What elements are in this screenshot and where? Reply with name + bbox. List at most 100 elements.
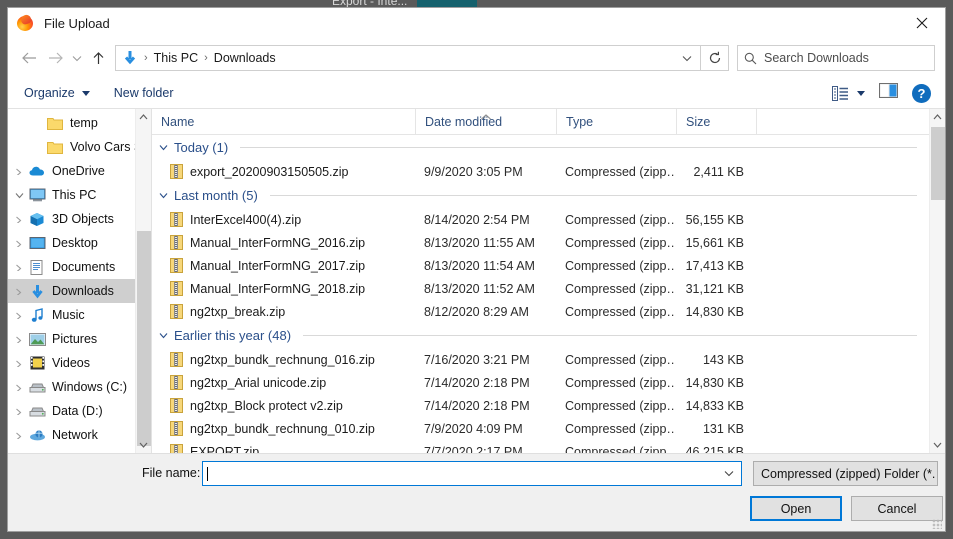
file-date-cell: 8/14/2020 2:54 PM bbox=[424, 212, 530, 227]
sidebar-item-onedrive[interactable]: OneDrive bbox=[8, 159, 151, 183]
zip-file-icon bbox=[170, 258, 183, 273]
arrow-right-icon bbox=[48, 52, 63, 64]
column-header-type[interactable]: Type bbox=[556, 109, 676, 135]
column-header-size[interactable]: Size bbox=[676, 109, 756, 135]
file-type-cell: Compressed (zipp… bbox=[565, 352, 676, 367]
close-button[interactable] bbox=[899, 8, 945, 38]
file-group-header[interactable]: Last month (5) bbox=[152, 183, 929, 208]
chevron-right-icon[interactable] bbox=[10, 312, 28, 319]
file-name-text: ng2txp_Block protect v2.zip bbox=[190, 398, 343, 413]
forward-button[interactable] bbox=[42, 45, 68, 71]
navigation-tree: temp Volvo Cars Sverig OneDrive This PC 3D O… bbox=[8, 109, 151, 453]
refresh-button[interactable] bbox=[701, 45, 729, 71]
up-one-level-button[interactable] bbox=[85, 45, 111, 71]
address-bar[interactable]: › This PC › Downloads bbox=[115, 45, 701, 71]
sidebar-item-label: Documents bbox=[52, 260, 116, 274]
file-list-scrollbar[interactable] bbox=[929, 109, 945, 453]
chevron-right-icon bbox=[15, 216, 21, 223]
sidebar-item-label: 3D Objects bbox=[52, 212, 114, 226]
help-button[interactable]: ? bbox=[912, 83, 931, 103]
tree-scroll-thumb[interactable] bbox=[137, 231, 151, 446]
open-button[interactable]: Open bbox=[750, 496, 842, 521]
videos-icon bbox=[28, 355, 46, 371]
chevron-right-icon[interactable] bbox=[10, 384, 28, 391]
file-date-cell: 7/7/2020 2:17 PM bbox=[424, 444, 523, 454]
sidebar-item-documents[interactable]: Documents bbox=[8, 255, 151, 279]
chevron-right-icon[interactable] bbox=[10, 168, 28, 175]
list-scroll-up-button[interactable] bbox=[930, 109, 945, 125]
file-group-header[interactable]: Today (1) bbox=[152, 135, 929, 160]
table-row[interactable]: EXPORT.zip 7/7/2020 2:17 PM Compressed (zi… bbox=[152, 440, 929, 453]
sidebar-item-desktop[interactable]: Desktop bbox=[8, 231, 151, 255]
zip-file-icon bbox=[170, 235, 183, 250]
preview-pane-button[interactable] bbox=[879, 83, 898, 103]
tree-scroll-down-button[interactable] bbox=[136, 437, 151, 453]
chevron-down-icon[interactable] bbox=[159, 192, 168, 199]
sidebar-item-downloads[interactable]: Downloads bbox=[8, 279, 151, 303]
zip-file-icon bbox=[170, 164, 183, 179]
tree-scroll-up-button[interactable] bbox=[136, 109, 151, 125]
column-header-date-modified[interactable]: Date modified bbox=[415, 109, 556, 135]
sidebar-item-network[interactable]: Network bbox=[8, 423, 151, 447]
cancel-button[interactable]: Cancel bbox=[851, 496, 943, 521]
recent-locations-button[interactable] bbox=[68, 45, 85, 71]
organize-button[interactable]: Organize bbox=[24, 86, 90, 100]
table-row[interactable]: InterExcel400(4).zip 8/14/2020 2:54 PM Com… bbox=[152, 208, 929, 231]
table-row[interactable]: ng2txp_bundk_rechnung_016.zip 7/16/2020 3… bbox=[152, 348, 929, 371]
chevron-right-icon[interactable] bbox=[10, 336, 28, 343]
chevron-right-icon[interactable] bbox=[10, 432, 28, 439]
chevron-down-icon[interactable] bbox=[159, 144, 168, 151]
list-scroll-down-button[interactable] bbox=[930, 437, 945, 453]
address-dropdown-button[interactable] bbox=[676, 46, 698, 70]
sidebar-item-music[interactable]: Music bbox=[8, 303, 151, 327]
tree-scrollbar[interactable] bbox=[135, 109, 151, 453]
file-date-cell: 7/14/2020 2:18 PM bbox=[424, 375, 530, 390]
sidebar-item-data-d[interactable]: Data (D:) bbox=[8, 399, 151, 423]
table-row[interactable]: ng2txp_Block protect v2.zip 7/14/2020 2:1… bbox=[152, 394, 929, 417]
chevron-down-icon[interactable] bbox=[10, 192, 28, 199]
back-button[interactable] bbox=[16, 45, 42, 71]
file-group-header[interactable]: Earlier this year (48) bbox=[152, 323, 929, 348]
new-folder-button[interactable]: New folder bbox=[114, 86, 174, 100]
chevron-right-icon[interactable] bbox=[10, 360, 28, 367]
sidebar-item-windows-c[interactable]: Windows (C:) bbox=[8, 375, 151, 399]
view-options-button[interactable] bbox=[832, 85, 865, 101]
breadcrumb-downloads[interactable]: Downloads bbox=[214, 51, 276, 65]
list-scroll-thumb[interactable] bbox=[931, 127, 945, 200]
column-header-name-label: Name bbox=[161, 114, 195, 129]
table-row[interactable]: ng2txp_Arial unicode.zip 7/14/2020 2:18 P… bbox=[152, 371, 929, 394]
file-date-cell: 8/13/2020 11:55 AM bbox=[424, 235, 535, 250]
sidebar-item-temp[interactable]: temp bbox=[8, 111, 151, 135]
sidebar-item-pictures[interactable]: Pictures bbox=[8, 327, 151, 351]
sidebar-item-this-pc[interactable]: This PC bbox=[8, 183, 151, 207]
file-name-cell: Manual_InterFormNG_2017.zip bbox=[152, 258, 415, 273]
search-input[interactable]: Search Downloads bbox=[764, 51, 869, 65]
chevron-right-icon[interactable] bbox=[10, 408, 28, 415]
sidebar-item-volvo-cars-sverig[interactable]: Volvo Cars Sverig bbox=[8, 135, 151, 159]
sidebar-item-videos[interactable]: Videos bbox=[8, 351, 151, 375]
sidebar-item-3d-objects[interactable]: 3D Objects bbox=[8, 207, 151, 231]
preview-pane-icon bbox=[879, 83, 898, 98]
table-row[interactable]: Manual_InterFormNG_2016.zip 8/13/2020 11:… bbox=[152, 231, 929, 254]
zip-file-icon bbox=[170, 444, 183, 453]
chevron-right-icon bbox=[15, 288, 21, 295]
file-size-cell: 46,215 KB bbox=[685, 444, 744, 454]
chevron-right-icon[interactable] bbox=[10, 240, 28, 247]
column-header-name[interactable]: Name bbox=[152, 109, 415, 135]
search-box[interactable]: Search Downloads bbox=[737, 45, 935, 71]
table-row[interactable]: Manual_InterFormNG_2017.zip 8/13/2020 11:… bbox=[152, 254, 929, 277]
breadcrumb-this-pc[interactable]: This PC bbox=[154, 51, 198, 65]
file-name-dropdown-button[interactable] bbox=[719, 470, 739, 477]
chevron-right-icon[interactable] bbox=[10, 264, 28, 271]
table-row[interactable]: export_20200903150505.zip 9/9/2020 3:05 P… bbox=[152, 160, 929, 183]
file-name-input[interactable] bbox=[202, 461, 742, 486]
group-divider bbox=[303, 335, 917, 336]
chevron-down-icon[interactable] bbox=[159, 332, 168, 339]
resize-grip[interactable] bbox=[932, 519, 942, 529]
file-type-filter-dropdown[interactable]: Compressed (zipped) Folder (*. bbox=[753, 461, 938, 486]
chevron-right-icon[interactable] bbox=[10, 288, 28, 295]
table-row[interactable]: Manual_InterFormNG_2018.zip 8/13/2020 11:… bbox=[152, 277, 929, 300]
table-row[interactable]: ng2txp_bundk_rechnung_010.zip 7/9/2020 4:… bbox=[152, 417, 929, 440]
table-row[interactable]: ng2txp_break.zip 8/12/2020 8:29 AM Compres… bbox=[152, 300, 929, 323]
chevron-right-icon[interactable] bbox=[10, 216, 28, 223]
